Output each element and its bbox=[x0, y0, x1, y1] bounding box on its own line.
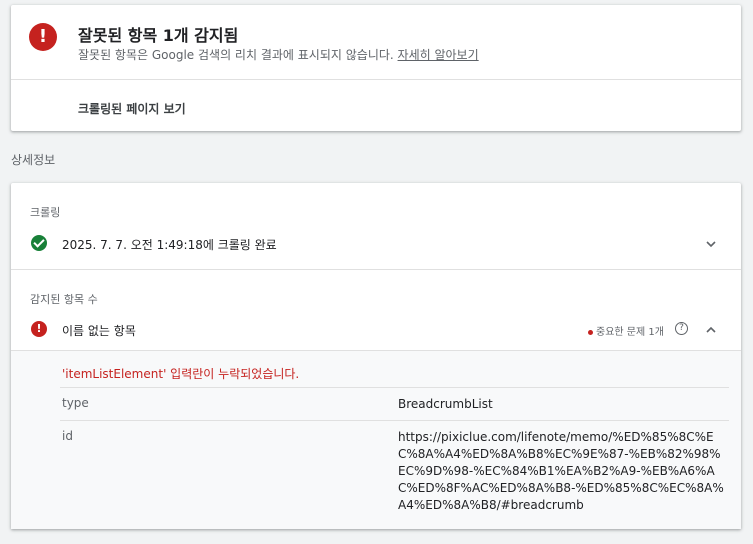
summary-header: ! 잘못된 항목 1개 감지됨 잘못된 항목은 Google 검색의 리치 결과… bbox=[11, 5, 741, 80]
table-row: id https://pixiclue.com/lifenote/memo/%E… bbox=[60, 420, 729, 530]
check-circle-icon bbox=[31, 235, 47, 251]
table-row: type BreadcrumbList bbox=[60, 387, 729, 420]
summary-description: 잘못된 항목은 Google 검색의 리치 결과에 표시되지 않습니다. 자세히… bbox=[78, 46, 479, 63]
divider bbox=[11, 269, 741, 270]
section-title: 상세정보 bbox=[11, 153, 56, 167]
help-icon[interactable]: ? bbox=[675, 322, 688, 335]
summary-card: ! 잘못된 항목 1개 감지됨 잘못된 항목은 Google 검색의 리치 결과… bbox=[11, 5, 741, 131]
summary-description-text: 잘못된 항목은 Google 검색의 리치 결과에 표시되지 않습니다. bbox=[78, 48, 394, 62]
error-icon: ! bbox=[29, 23, 57, 51]
learn-more-link[interactable]: 자세히 알아보기 bbox=[398, 48, 479, 62]
crawl-label: 크롤링 bbox=[30, 206, 61, 219]
summary-title: 잘못된 항목 1개 감지됨 bbox=[78, 26, 239, 45]
item-details-panel: 'itemListElement' 입력란이 누락되었습니다. type Bre… bbox=[11, 350, 741, 529]
error-dot-icon bbox=[588, 329, 593, 335]
property-value: BreadcrumbList bbox=[398, 397, 493, 411]
property-table: type BreadcrumbList id https://pixiclue.… bbox=[60, 387, 729, 530]
property-key: id bbox=[62, 429, 73, 443]
issue-badge: 중요한 문제 1개 bbox=[588, 323, 664, 338]
detected-items-label: 감지된 항목 수 bbox=[30, 293, 98, 306]
issue-badge-label: 중요한 문제 1개 bbox=[596, 327, 664, 338]
details-card: 크롤링 2025. 7. 7. 오전 1:49:18에 크롤링 완료 감지된 항… bbox=[11, 183, 741, 529]
property-key: type bbox=[62, 396, 89, 410]
item-name: 이름 없는 항목 bbox=[62, 324, 136, 338]
property-value: https://pixiclue.com/lifenote/memo/%ED%8… bbox=[398, 430, 724, 512]
crawl-status: 2025. 7. 7. 오전 1:49:18에 크롤링 완료 bbox=[62, 238, 277, 252]
error-icon: ! bbox=[31, 321, 47, 337]
chevron-down-icon[interactable] bbox=[705, 238, 717, 250]
chevron-up-icon[interactable] bbox=[705, 324, 717, 336]
view-crawled-page-button[interactable]: 크롤링된 페이지 보기 bbox=[78, 100, 186, 117]
error-message: 'itemListElement' 입력란이 누락되었습니다. bbox=[62, 367, 300, 381]
